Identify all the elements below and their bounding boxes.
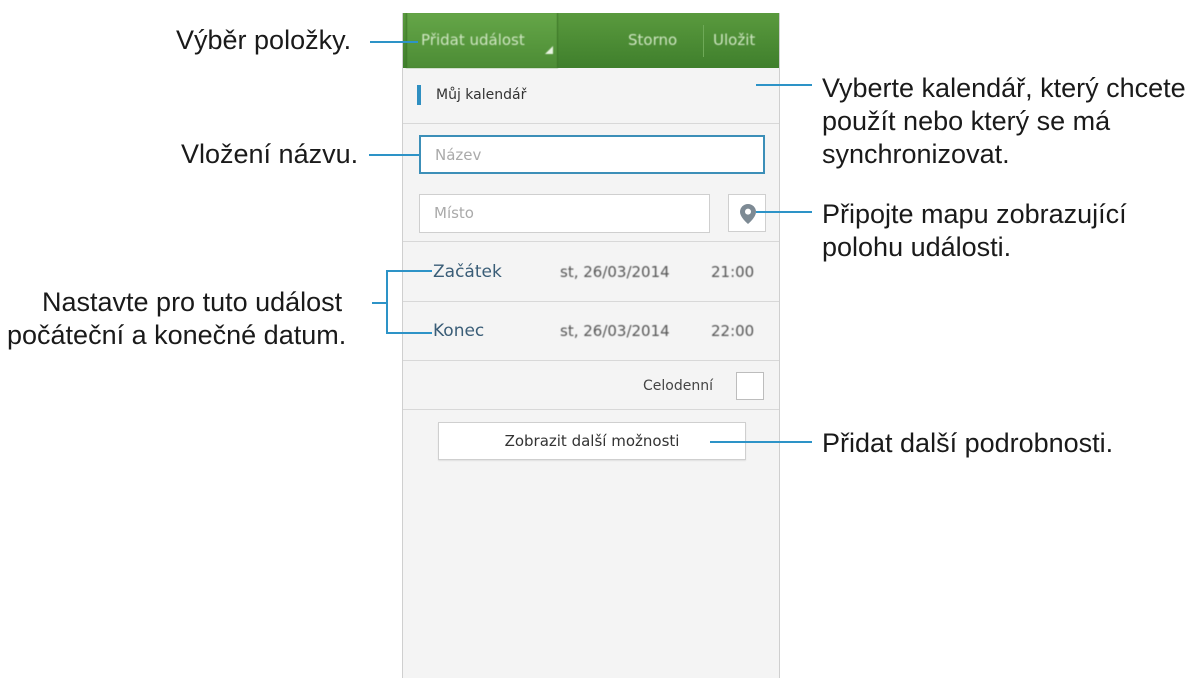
callout-attach-map-line1: Připojte mapu zobrazující xyxy=(822,199,1127,229)
leader-line xyxy=(756,84,812,86)
title-input[interactable]: Název xyxy=(419,135,765,174)
start-label: Začátek xyxy=(433,262,502,282)
more-options-button[interactable]: Zobrazit další možnosti xyxy=(438,422,746,460)
callout-attach-map-line2: polohu události. xyxy=(822,232,1012,262)
row-divider xyxy=(403,360,779,361)
item-select-label: Přidat událost xyxy=(421,31,525,49)
leader-line xyxy=(710,441,812,443)
callout-set-dates-line1: Nastavte pro tuto událost xyxy=(42,287,343,317)
leader-line xyxy=(386,332,432,334)
end-label: Konec xyxy=(433,321,485,341)
title-placeholder: Název xyxy=(435,146,482,164)
action-bar-divider xyxy=(703,25,704,57)
start-date-row[interactable]: Začátek st, 26/03/2014 21:00 xyxy=(403,243,779,301)
dropdown-corner-icon xyxy=(545,46,553,54)
end-time[interactable]: 22:00 xyxy=(711,302,754,360)
location-input[interactable]: Místo xyxy=(419,194,710,233)
leader-line xyxy=(370,41,418,43)
leader-line xyxy=(386,270,432,272)
callout-add-details: Přidat další podrobnosti. xyxy=(822,428,1114,458)
row-divider xyxy=(403,409,779,410)
start-time[interactable]: 21:00 xyxy=(711,243,754,301)
leader-line xyxy=(369,154,419,156)
callout-choose-calendar-line3: synchronizovat. xyxy=(822,139,1010,169)
calendar-label: Můj kalendář xyxy=(436,87,527,103)
callout-select-item: Výběr položky. xyxy=(176,25,352,55)
item-select-dropdown[interactable]: Přidat událost xyxy=(406,13,558,68)
calendar-selector[interactable]: Můj kalendář xyxy=(403,68,779,124)
calendar-color-indicator xyxy=(417,85,421,105)
map-button[interactable] xyxy=(728,194,766,232)
leader-line xyxy=(756,211,812,213)
callout-choose-calendar-line2: použít nebo který se má xyxy=(822,106,1111,136)
action-bar: Přidat událost Storno Uložit xyxy=(403,13,779,68)
callout-insert-title: Vložení názvu. xyxy=(181,139,359,169)
map-pin-icon xyxy=(740,204,756,224)
end-date-row[interactable]: Konec st, 26/03/2014 22:00 xyxy=(403,302,779,360)
all-day-label: Celodenní xyxy=(643,378,713,394)
all-day-checkbox[interactable] xyxy=(736,372,764,400)
save-button[interactable]: Uložit xyxy=(713,13,755,68)
start-date[interactable]: st, 26/03/2014 xyxy=(560,243,670,301)
end-date[interactable]: st, 26/03/2014 xyxy=(560,302,670,360)
event-editor-screen: Přidat událost Storno Uložit Můj kalendá… xyxy=(402,13,780,678)
location-placeholder: Místo xyxy=(434,204,474,222)
callout-choose-calendar-line1: Vyberte kalendář, který chcete xyxy=(822,73,1186,103)
leader-line xyxy=(386,270,388,334)
section-divider xyxy=(403,241,779,242)
cancel-button[interactable]: Storno xyxy=(628,13,677,68)
callout-set-dates-line2: počáteční a konečné datum. xyxy=(7,320,347,350)
